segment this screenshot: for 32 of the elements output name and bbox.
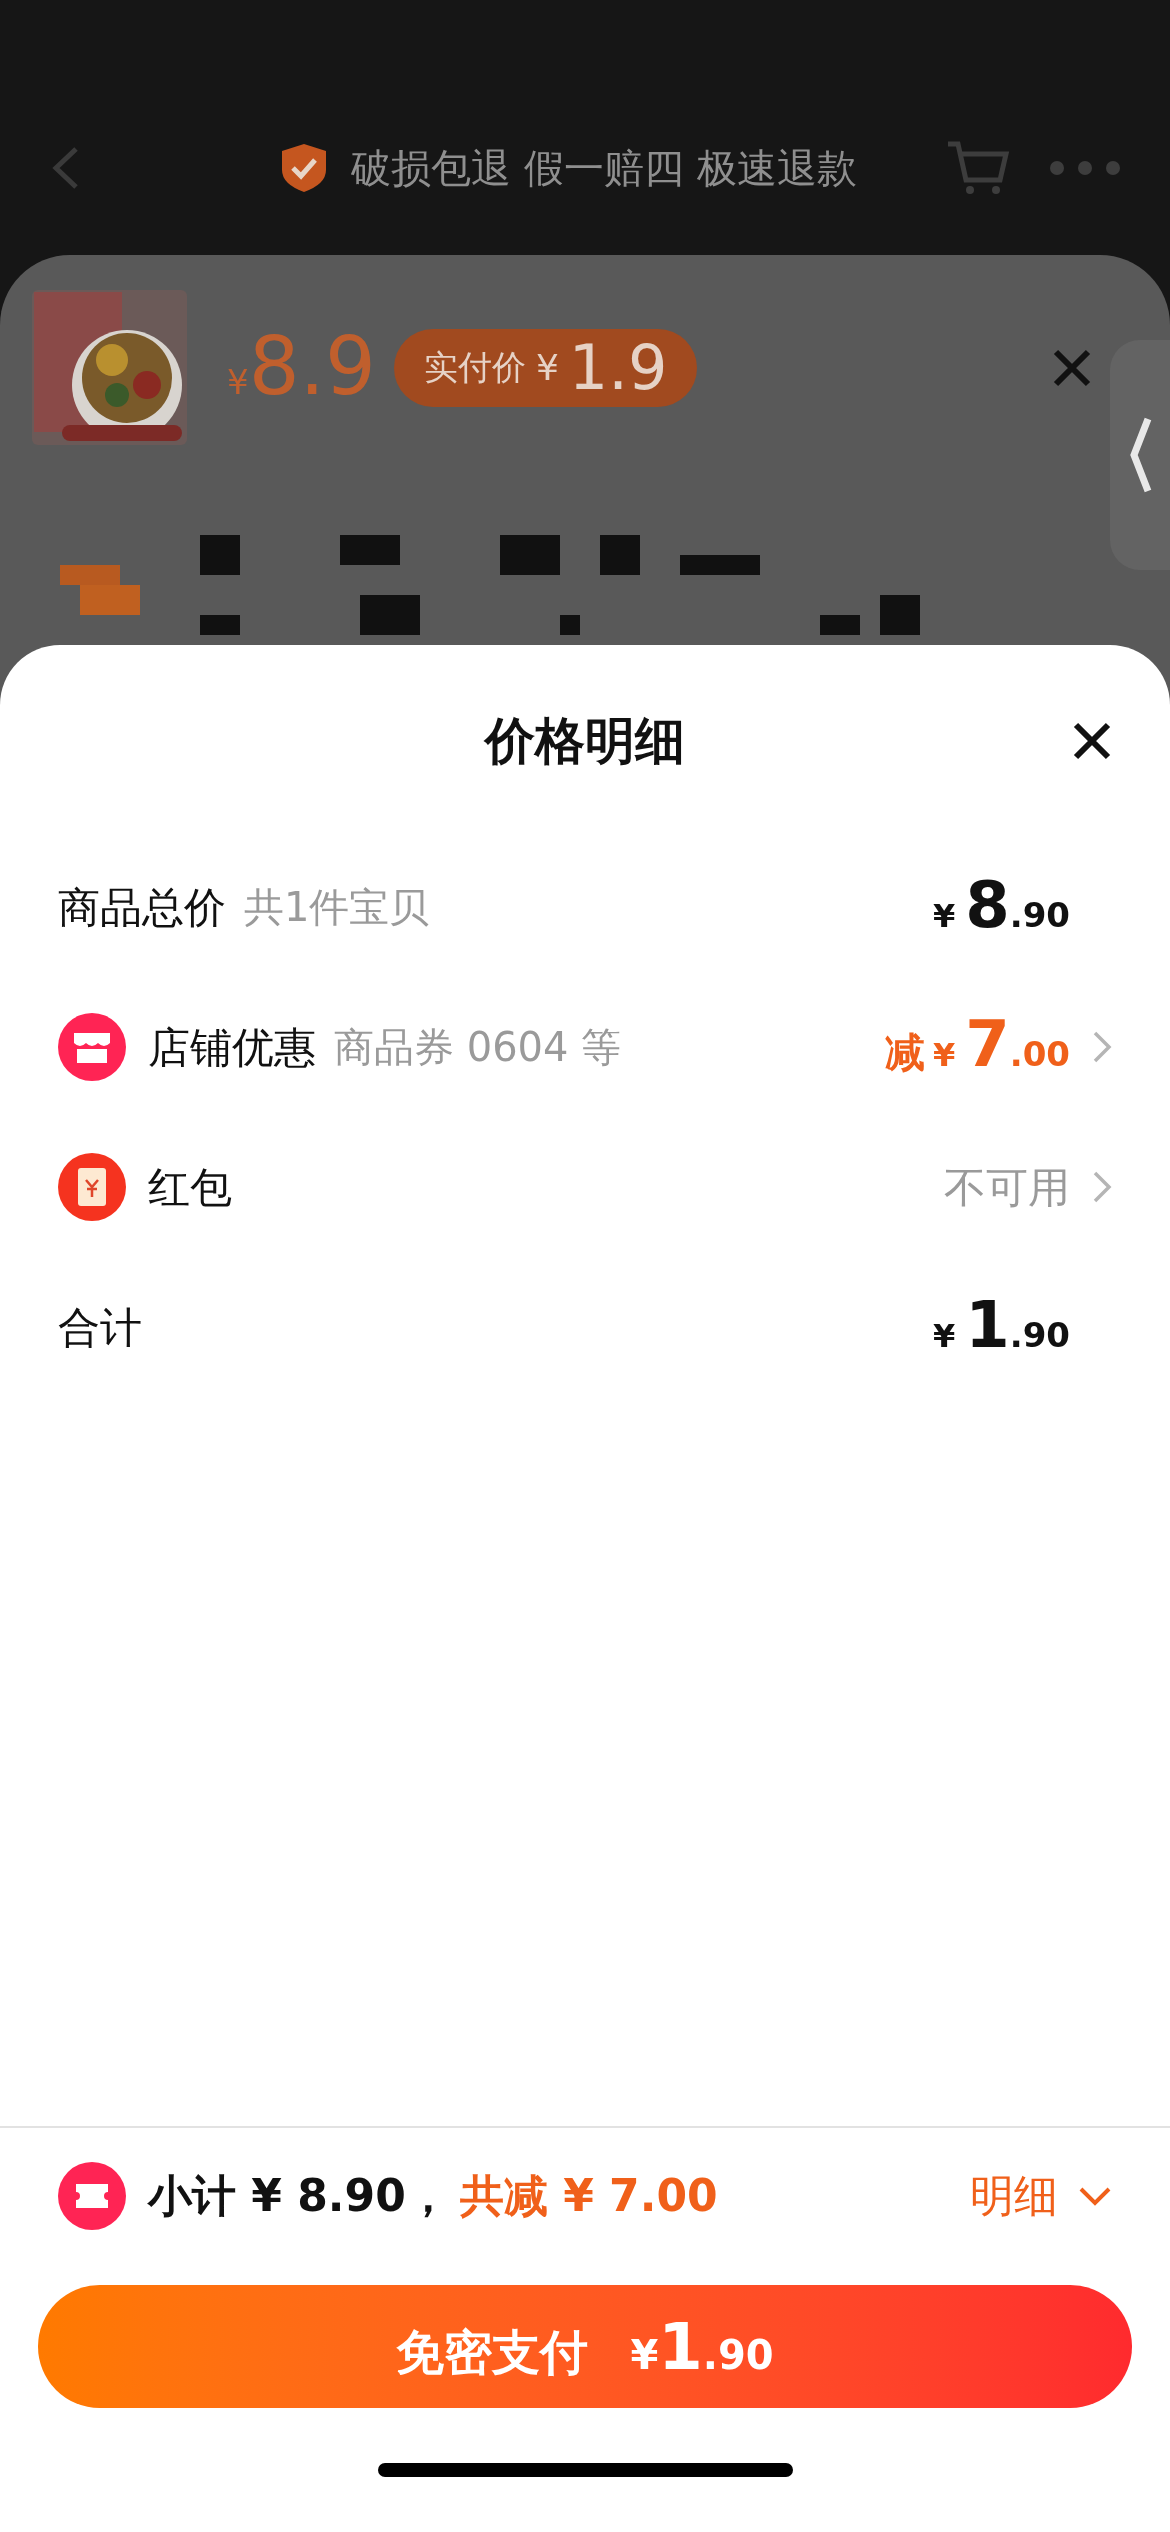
- envelope-icon: [58, 1153, 126, 1221]
- side-tab[interactable]: [1110, 340, 1170, 570]
- shop-icon: [58, 1013, 126, 1081]
- back-icon[interactable]: [50, 144, 80, 191]
- close-icon[interactable]: [1072, 721, 1112, 761]
- row-note: 共1件宝贝: [244, 883, 430, 932]
- ticket-icon: [58, 2162, 126, 2230]
- badge-label: 实付价: [423, 346, 526, 389]
- amount: ¥8.90: [932, 873, 1070, 941]
- details-toggle[interactable]: 明细: [970, 2163, 1112, 2229]
- chevron-right-icon[interactable]: [1092, 1170, 1112, 1204]
- product-price: 8.9: [248, 327, 376, 407]
- subtotal-text: 小计 ¥ 8.90，: [148, 2169, 450, 2223]
- row-label: 商品总价: [58, 881, 226, 934]
- sheet-title: 价格明细: [485, 710, 685, 772]
- reduction-text: 共减 ¥ 7.00: [459, 2169, 718, 2223]
- guarantee-text: 破损包退 假一赔四 极速退款: [351, 143, 857, 193]
- discount-amount: 减 ¥7.00: [884, 1012, 1070, 1082]
- amount: ¥1.90: [932, 1293, 1070, 1361]
- chevron-down-icon: [1078, 2186, 1112, 2206]
- badge-currency: ¥: [535, 345, 559, 390]
- row-label: 红包: [148, 1161, 232, 1214]
- chevron-right-icon[interactable]: [1092, 1030, 1112, 1064]
- price-currency: ¥: [227, 361, 249, 404]
- row-note: 商品券 0604 等: [334, 1023, 622, 1072]
- pay-button[interactable]: 免密支付 ¥1.90: [38, 2285, 1132, 2408]
- more-icon[interactable]: [1050, 160, 1120, 175]
- row-label: 店铺优惠: [148, 1021, 316, 1074]
- chevron-left-icon: [1128, 415, 1152, 495]
- row-value: 不可用: [944, 1161, 1070, 1214]
- row-label: 合计: [58, 1301, 142, 1354]
- badge-price: 1.9: [568, 336, 668, 399]
